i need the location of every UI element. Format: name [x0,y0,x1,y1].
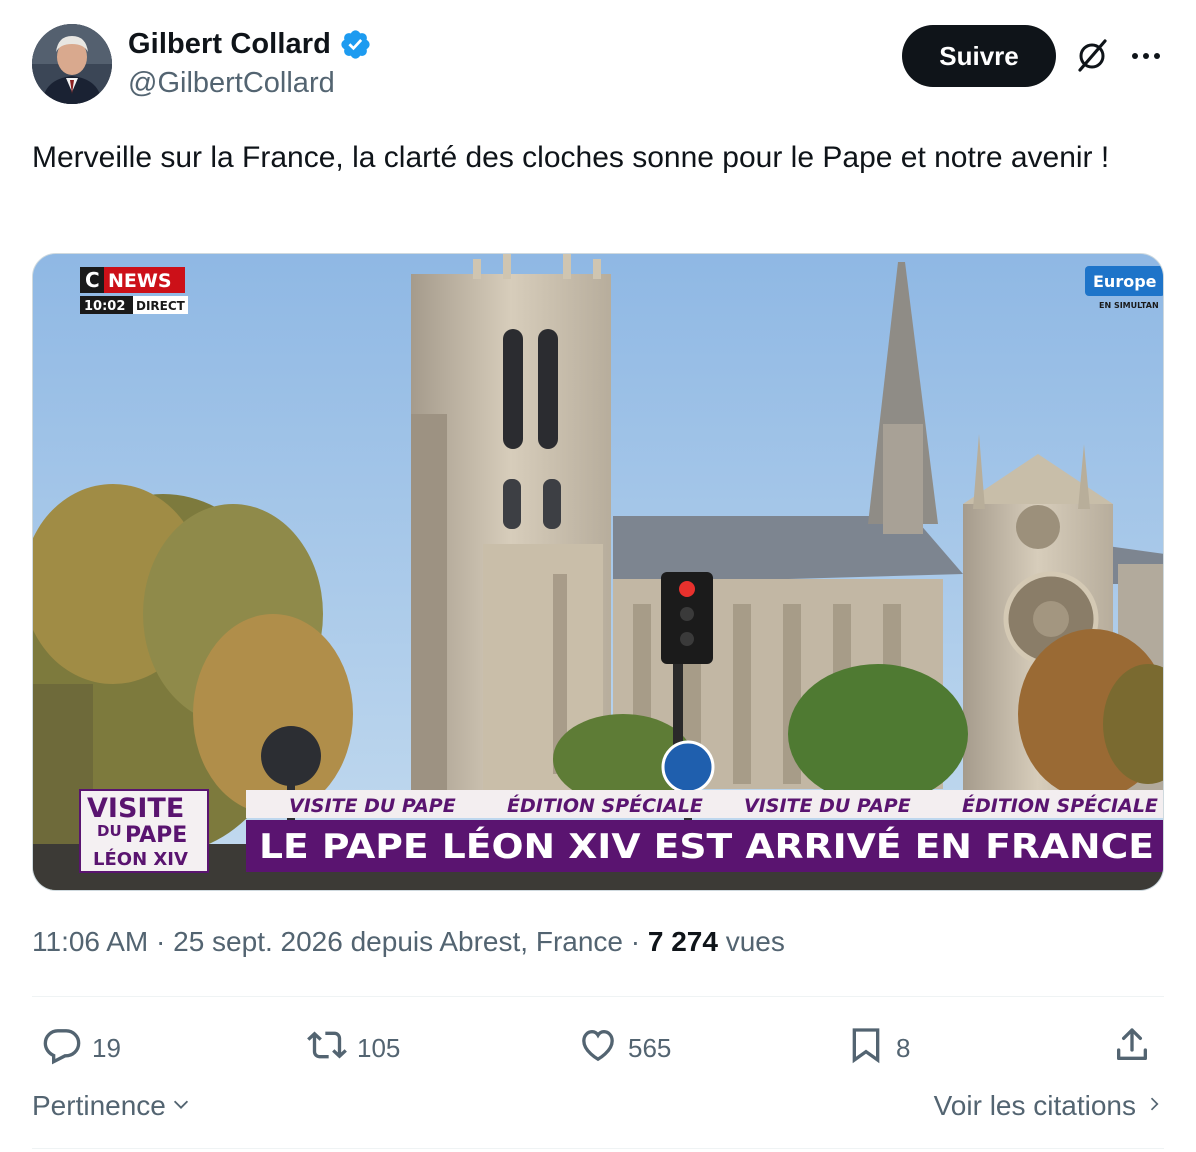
grok-icon[interactable] [1072,36,1112,76]
tweet-date[interactable]: 25 sept. 2026 [173,926,343,957]
bookmark-icon [846,1025,886,1072]
share-icon [1112,1025,1152,1072]
headline-text: LE PAPE LÉON XIV EST ARRIVÉ EN FRANCE [259,826,1154,867]
author-display-name[interactable]: Gilbert Collard [128,28,331,61]
chevron-right-icon [1144,1090,1164,1122]
repost-count: 105 [357,1032,401,1063]
reply-icon [42,1025,82,1072]
action-bar: 19 105 565 8 [32,1020,1164,1076]
tweet-text: Merveille sur la France, la clarté des c… [32,141,1110,174]
meta-separator: · [630,926,648,957]
cnews-logo-c: C [85,268,100,292]
repost-button[interactable]: 105 [307,1020,400,1076]
europe1-sub: EN SIMULTAN [1099,301,1159,310]
view-quotes-link[interactable]: Voir les citations [934,1090,1164,1122]
repost-icon [307,1025,347,1072]
views-label: vues [725,926,785,957]
bookmark-button[interactable]: 8 [846,1020,910,1076]
tweet-location: depuis Abrest, France [350,926,623,957]
side-title-pape: PAPE [125,823,187,848]
quotes-label: Voir les citations [933,1090,1136,1121]
tweet-meta: 11:06 AM · 25 sept. 2026 depuis Abrest, … [32,926,785,958]
heart-icon [578,1025,618,1072]
views-count[interactable]: 7 274 [648,926,718,957]
author-avatar[interactable] [32,24,112,104]
follow-button[interactable]: Suivre [902,25,1056,87]
reply-button[interactable]: 19 [42,1020,121,1076]
side-title-leon: LÉON XIV [93,848,188,870]
verified-badge-icon[interactable] [339,28,372,61]
side-title-du: DU [97,822,122,840]
tweet-time[interactable]: 11:06 AM [32,926,148,957]
ticker-item-1: VISITE DU PAPE [289,795,456,817]
cnews-logo-news: NEWS [108,270,172,292]
sort-label: Pertinence [32,1090,166,1121]
ticker-item-4: ÉDITION SPÉCIALE [962,794,1158,817]
broadcast-clock: 10:02 [84,299,125,314]
meta-separator: · [156,926,174,957]
live-label: DIRECT [136,299,186,313]
ticker-item-3: VISITE DU PAPE [744,795,911,817]
europe1-logo: Europe 1 [1093,272,1164,291]
chevron-down-icon [170,1090,192,1122]
sort-replies-dropdown[interactable]: Pertinence [32,1090,192,1122]
side-title-visite: VISITE [87,793,184,824]
like-button[interactable]: 565 [578,1020,671,1076]
author-handle[interactable]: @GilbertCollard [128,67,372,100]
tweet-media-image[interactable]: C NEWS 10:02 DIRECT Europe 1 EN SIMULTAN… [32,253,1164,891]
share-button[interactable] [1112,1020,1152,1076]
author-info: Gilbert Collard @GilbertCollard [128,28,372,100]
ticker-item-2: ÉDITION SPÉCIALE [507,794,703,817]
like-count: 565 [628,1032,672,1063]
bookmark-count: 8 [896,1032,911,1063]
divider [32,1148,1164,1149]
divider [32,996,1164,997]
more-options-icon[interactable] [1128,38,1164,74]
reply-count: 19 [92,1032,121,1063]
tweet-header: Gilbert Collard @GilbertCollard Suivre [32,22,1164,106]
